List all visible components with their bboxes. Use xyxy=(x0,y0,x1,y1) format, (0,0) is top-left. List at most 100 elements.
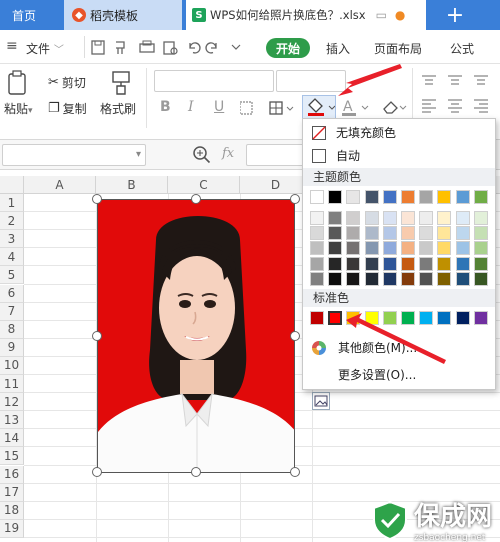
theme-color-swatch[interactable] xyxy=(401,190,415,204)
theme-shade-swatch[interactable] xyxy=(473,256,488,271)
tab-page-layout[interactable]: 页面布局 xyxy=(374,40,422,57)
theme-shade-swatch[interactable] xyxy=(364,256,379,271)
tab-formula[interactable]: 公式 xyxy=(450,40,474,57)
more-settings-option[interactable]: 更多设置(O)... xyxy=(338,366,416,383)
theme-shade-swatch[interactable] xyxy=(419,256,434,271)
row-header[interactable]: 13 xyxy=(0,411,24,430)
row-header[interactable]: 17 xyxy=(0,483,24,502)
formula-input[interactable] xyxy=(246,144,306,166)
theme-shade-swatch[interactable] xyxy=(401,211,415,225)
column-header-b[interactable]: B xyxy=(96,176,168,194)
theme-shade-swatch[interactable] xyxy=(419,226,434,241)
row-header[interactable]: 16 xyxy=(0,465,24,484)
theme-shade-swatch[interactable] xyxy=(437,226,452,241)
theme-shade-swatch[interactable] xyxy=(382,256,397,271)
column-header-c[interactable]: C xyxy=(168,176,240,194)
theme-shade-swatch[interactable] xyxy=(382,241,397,256)
row-header[interactable]: 5 xyxy=(0,266,24,285)
theme-shade-swatch[interactable] xyxy=(310,256,324,271)
theme-color-swatch[interactable] xyxy=(382,190,397,204)
theme-shade-swatch[interactable] xyxy=(401,226,415,241)
theme-shade-swatch[interactable] xyxy=(419,241,434,256)
tab-file-monitor-icon[interactable]: ▭ xyxy=(376,8,387,22)
standard-color-swatch[interactable] xyxy=(437,311,452,325)
row-header[interactable]: 19 xyxy=(0,519,24,538)
underline-button[interactable]: U xyxy=(214,99,224,115)
row-header[interactable]: 10 xyxy=(0,356,24,375)
theme-shade-swatch[interactable] xyxy=(346,256,361,271)
row-header[interactable]: 14 xyxy=(0,429,24,448)
italic-button[interactable]: I xyxy=(188,99,194,115)
eraser-icon[interactable] xyxy=(380,97,410,117)
theme-shade-swatch[interactable] xyxy=(455,211,470,225)
row-header[interactable]: 11 xyxy=(0,375,24,394)
standard-color-swatch[interactable] xyxy=(364,311,379,325)
resize-handle-top-left[interactable] xyxy=(92,194,102,204)
theme-shade-swatch[interactable] xyxy=(346,271,361,286)
theme-shade-swatch[interactable] xyxy=(473,241,488,256)
theme-shade-swatch[interactable] xyxy=(419,271,434,286)
row-header[interactable]: 12 xyxy=(0,393,24,412)
theme-shade-swatch[interactable] xyxy=(310,211,324,225)
no-fill-option[interactable]: 无填充颜色 xyxy=(312,124,396,141)
theme-shade-swatch[interactable] xyxy=(437,211,452,225)
theme-shade-swatch[interactable] xyxy=(382,211,397,225)
row-header[interactable]: 6 xyxy=(0,284,24,303)
theme-shade-swatch[interactable] xyxy=(310,226,324,241)
auto-fill-option[interactable]: 自动 xyxy=(312,147,360,164)
cut-button[interactable]: ✂ 剪切 xyxy=(48,74,86,91)
font-size-combo[interactable] xyxy=(276,70,346,92)
theme-shade-swatch[interactable] xyxy=(401,241,415,256)
theme-shade-swatch[interactable] xyxy=(346,241,361,256)
theme-shade-swatch[interactable] xyxy=(437,241,452,256)
theme-shade-swatch[interactable] xyxy=(455,271,470,286)
paste-button[interactable] xyxy=(6,70,30,99)
tab-file-dot-icon[interactable]: ● xyxy=(395,8,405,22)
theme-shade-swatch[interactable] xyxy=(364,226,379,241)
theme-shade-swatch[interactable] xyxy=(310,271,324,286)
row-header[interactable]: 7 xyxy=(0,302,24,321)
font-name-combo[interactable] xyxy=(154,70,274,92)
standard-color-swatch[interactable] xyxy=(310,311,324,325)
zoom-icon[interactable] xyxy=(192,145,212,165)
theme-shade-swatch[interactable] xyxy=(437,271,452,286)
theme-shade-swatch[interactable] xyxy=(328,226,343,241)
column-header-a[interactable]: A xyxy=(24,176,96,194)
theme-color-swatch[interactable] xyxy=(419,190,434,204)
standard-color-swatch[interactable] xyxy=(419,311,434,325)
name-box-chevron-icon[interactable]: ▾ xyxy=(136,149,141,160)
resize-handle-bottom-left[interactable] xyxy=(92,467,102,477)
standard-color-swatch[interactable] xyxy=(401,311,415,325)
theme-shade-swatch[interactable] xyxy=(455,241,470,256)
theme-color-swatch[interactable] xyxy=(364,190,379,204)
theme-color-swatch[interactable] xyxy=(310,190,324,204)
resize-handle-bottom-right[interactable] xyxy=(290,467,300,477)
theme-shade-swatch[interactable] xyxy=(473,271,488,286)
portrait-photo[interactable] xyxy=(97,199,295,473)
fx-icon[interactable]: fx xyxy=(222,146,234,161)
hamburger-icon[interactable]: ≡ xyxy=(6,38,18,54)
tab-start[interactable]: 开始 xyxy=(266,38,310,58)
resize-handle-top[interactable] xyxy=(191,194,201,204)
select-all-corner[interactable] xyxy=(0,176,24,194)
theme-shade-swatch[interactable] xyxy=(455,226,470,241)
theme-shade-swatch[interactable] xyxy=(455,256,470,271)
name-box[interactable] xyxy=(2,144,146,166)
standard-color-swatch[interactable] xyxy=(473,311,488,325)
theme-shade-swatch[interactable] xyxy=(310,241,324,256)
theme-shade-swatch[interactable] xyxy=(364,271,379,286)
theme-shade-swatch[interactable] xyxy=(382,271,397,286)
row-header[interactable]: 8 xyxy=(0,320,24,339)
theme-color-swatch[interactable] xyxy=(346,190,361,204)
tab-template[interactable]: ◆ 稻壳模板 xyxy=(64,0,182,30)
tab-file[interactable]: S WPS如何给照片换底色？.xlsx ▭ ● xyxy=(186,0,426,30)
row-header[interactable]: 4 xyxy=(0,248,24,267)
standard-color-swatch[interactable] xyxy=(382,311,397,325)
theme-shade-swatch[interactable] xyxy=(346,211,361,225)
theme-shade-swatch[interactable] xyxy=(401,271,415,286)
theme-shade-swatch[interactable] xyxy=(437,256,452,271)
theme-color-swatch[interactable] xyxy=(455,190,470,204)
resize-handle-bottom[interactable] xyxy=(191,467,201,477)
theme-shade-swatch[interactable] xyxy=(328,211,343,225)
theme-color-swatch[interactable] xyxy=(328,190,343,204)
